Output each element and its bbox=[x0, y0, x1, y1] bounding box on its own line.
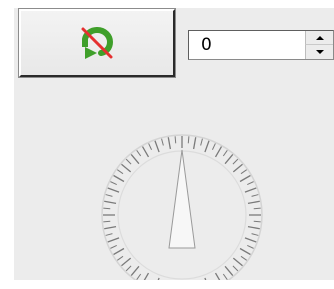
dial-tick bbox=[103, 207, 111, 210]
dial-tick bbox=[136, 150, 142, 157]
dial-tick bbox=[232, 163, 243, 173]
dial-tick bbox=[117, 255, 124, 261]
arrow-down-icon bbox=[315, 50, 324, 54]
dial-tick bbox=[154, 140, 160, 153]
dial-tick bbox=[141, 146, 150, 158]
dial-tick bbox=[240, 169, 247, 175]
reset-rotation-icon bbox=[81, 27, 114, 59]
dial-tick bbox=[247, 181, 254, 186]
dial-tick bbox=[105, 194, 113, 197]
dial-tick bbox=[104, 225, 117, 230]
dial-tick bbox=[113, 174, 125, 183]
dial-tick bbox=[211, 143, 216, 150]
dial-tick bbox=[204, 140, 210, 153]
dial-tick bbox=[244, 187, 257, 193]
dial-tick bbox=[121, 163, 132, 173]
dial-tick bbox=[247, 225, 260, 230]
dial-tick bbox=[157, 277, 160, 280]
dial-tick bbox=[103, 220, 111, 223]
dial-pointer bbox=[168, 149, 196, 249]
dial-tick bbox=[107, 187, 120, 193]
dial-tick bbox=[232, 265, 239, 272]
dial-tick bbox=[117, 169, 124, 175]
arrow-up-icon bbox=[315, 35, 324, 40]
dial-tick bbox=[232, 257, 243, 267]
panel-top-margin bbox=[0, 0, 334, 8]
dial-tick bbox=[224, 265, 234, 276]
dial-tick bbox=[239, 247, 251, 256]
dial-tick bbox=[130, 154, 140, 165]
dial-tick bbox=[232, 158, 239, 165]
dial-tick bbox=[143, 272, 150, 280]
dial-tick bbox=[224, 154, 234, 165]
reset-rotation-button[interactable] bbox=[18, 8, 176, 78]
dial-tick bbox=[121, 257, 132, 267]
dial-tick bbox=[239, 174, 251, 183]
dial-tick bbox=[125, 158, 132, 165]
dial-tick bbox=[174, 136, 177, 144]
dial-tick bbox=[161, 138, 164, 146]
dial-tick bbox=[110, 244, 117, 249]
dial-tick bbox=[105, 233, 113, 236]
dial-tick bbox=[247, 200, 260, 205]
dial-tick bbox=[167, 137, 172, 150]
panel-left-margin bbox=[0, 0, 14, 289]
dial-tick bbox=[148, 143, 153, 150]
dial-tick bbox=[247, 244, 254, 249]
dial-tick bbox=[222, 273, 228, 280]
dial-tick bbox=[253, 207, 261, 210]
dial-tick bbox=[110, 181, 117, 186]
dial-tick bbox=[136, 273, 142, 280]
dial-tick bbox=[253, 220, 261, 223]
dial-tick bbox=[214, 272, 221, 280]
rotation-dial[interactable] bbox=[92, 120, 272, 280]
dial-tick bbox=[251, 194, 259, 197]
dial-tick bbox=[240, 255, 247, 261]
dial-tick bbox=[244, 237, 257, 243]
angle-spinner[interactable] bbox=[188, 30, 334, 60]
dial-tick bbox=[125, 265, 132, 272]
angle-input[interactable] bbox=[189, 31, 305, 59]
dial-tick bbox=[214, 146, 223, 158]
dial-tick bbox=[107, 237, 120, 243]
dial-tick bbox=[204, 277, 207, 280]
angle-increment-button[interactable] bbox=[305, 31, 333, 45]
dial-tick bbox=[200, 138, 203, 146]
dial-tick bbox=[104, 200, 117, 205]
dial-tick bbox=[113, 247, 125, 256]
dial-tick bbox=[222, 150, 228, 157]
angle-decrement-button[interactable] bbox=[305, 45, 333, 59]
dial-tick bbox=[251, 233, 259, 236]
dial-tick bbox=[192, 137, 197, 150]
panel-bottom-margin bbox=[0, 280, 334, 289]
rotation-dial-container bbox=[92, 120, 272, 280]
dial-tick bbox=[130, 265, 140, 276]
dial-tick bbox=[187, 136, 190, 144]
